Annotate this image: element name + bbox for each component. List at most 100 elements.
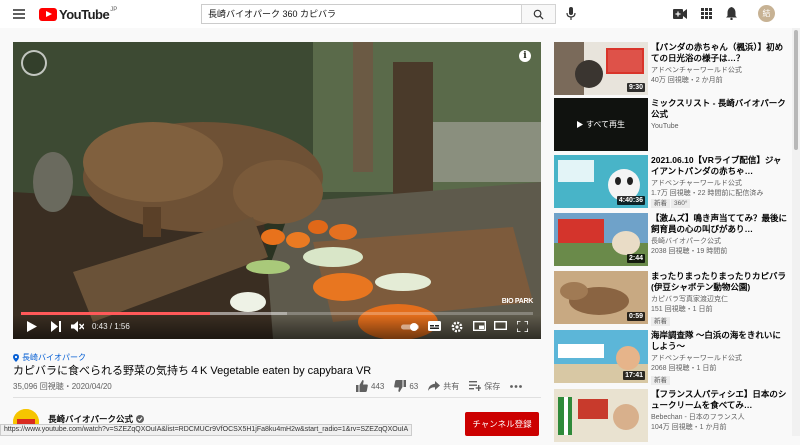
dislike-button[interactable]: 63 (394, 380, 418, 392)
logo-text: YouTube (59, 7, 110, 22)
video-thumbnail[interactable]: すべて再生 (554, 98, 648, 151)
duration-badge: 0:59 (626, 312, 645, 321)
recommendation-item[interactable]: 【フランス人パティシエ】日本のシュークリームを食べてみ… Bebechan - … (554, 389, 790, 445)
scrollbar-thumb[interactable] (794, 30, 798, 150)
video-thumbnail[interactable]: 17:41 (554, 330, 648, 383)
logo-country: JP (110, 6, 118, 13)
recommendation-item[interactable]: 17:41 海岸調査隊 ～白浜の海をきれいにしよう～ アドベンチャーワールド公式… (554, 330, 790, 386)
video-thumbnail[interactable]: 2:44 (554, 213, 648, 266)
settings-gear-icon[interactable] (451, 321, 463, 333)
play-icon[interactable] (27, 321, 37, 332)
360-pan-control[interactable] (21, 50, 47, 76)
recommendation-title: まったりまったりまったりカピバラ (伊豆シャボテン動物公園) (651, 271, 786, 292)
video-thumbnail[interactable]: 4:40:36 (554, 155, 648, 208)
apps-grid-icon[interactable] (701, 8, 712, 19)
verified-check-icon (136, 415, 145, 423)
like-button[interactable]: 443 (356, 380, 384, 392)
channel-watermark[interactable]: BIO PARK (502, 298, 534, 305)
thumbs-down-icon (394, 380, 407, 392)
more-actions-button[interactable] (510, 384, 523, 388)
video-frame (13, 42, 541, 339)
recommendation-meta: 2038 回視聴・19 時間前 (651, 248, 728, 255)
like-count: 443 (371, 381, 385, 391)
time-display: 0:43 / 1:56 (92, 322, 130, 331)
save-playlist-icon (469, 381, 482, 391)
player-controls: 0:43 / 1:56 (13, 315, 541, 339)
recommendation-item[interactable]: すべて再生 ミックスリスト - 長崎バイオパーク公式 YouTube (554, 98, 790, 154)
search-button[interactable] (521, 4, 556, 24)
recommendation-channel: Bebechan - 日本のフランス人 (651, 414, 745, 421)
mix-overlay: すべて再生 (554, 98, 648, 151)
recommendation-title: 海岸調査隊 ～白浜の海をきれいにしよう～ (651, 330, 781, 351)
recommendation-meta: 1.7万 回視聴・22 時間前に配信済み (651, 190, 764, 197)
account-avatar[interactable]: 結 (758, 5, 775, 22)
recommendation-title: 2021.06.10【VRライブ配信】ジャイアントパンダの赤ちゃ… (651, 155, 782, 176)
youtube-play-icon (39, 8, 57, 21)
recommendation-channel: アドベンチャーワールド公式 (651, 180, 742, 187)
recommendation-channel: YouTube (651, 123, 679, 130)
recommendation-channel: アドベンチャーワールド公式 (651, 355, 742, 362)
duration-badge: 4:40:36 (616, 196, 645, 205)
new-badge: 新着 (651, 317, 670, 326)
new-badge: 新着 (651, 376, 670, 385)
video-thumbnail[interactable]: 9:30 (554, 42, 648, 95)
view-count-date: 35,096 回視聴・2020/04/20 (13, 382, 112, 391)
video-actions: 443 63 共有 保存 (356, 380, 532, 392)
search-input[interactable]: 長崎バイオパーク 360 カピバラ (201, 4, 522, 24)
top-actions (673, 7, 737, 20)
recommendation-meta: 104万 回視聴・1 か月前 (651, 424, 727, 431)
duration-badge: 9:30 (626, 83, 645, 92)
recommendation-meta: 2068 回視聴・1 日前 (651, 365, 717, 372)
recommendation-title: 【パンダの赤ちゃん（楓浜）】初めての日光浴の様子は…？ (651, 42, 784, 63)
mic-icon[interactable] (566, 7, 576, 26)
location-pin-icon (13, 353, 19, 362)
mute-icon[interactable] (71, 321, 84, 332)
next-icon[interactable] (51, 321, 61, 332)
dislike-count: 63 (409, 381, 419, 391)
subscribe-button[interactable]: チャンネル登録 (465, 412, 539, 436)
recommendation-title: ミックスリスト - 長崎バイオパーク公式 (651, 98, 786, 119)
hamburger-menu-icon[interactable] (13, 9, 25, 19)
video-player[interactable]: i BIO PARK 0:43 / 1:56 (13, 42, 541, 339)
duration-badge: 17:41 (623, 371, 645, 380)
video-title: カピバラに食べられる野菜の気持ち４K Vegetable eaten by ca… (13, 365, 372, 377)
play-all-label: すべて再生 (585, 120, 626, 129)
notifications-bell-icon[interactable] (726, 7, 737, 20)
divider (13, 397, 541, 398)
top-bar: YouTube JP 長崎バイオパーク 360 カピバラ 結 (0, 0, 800, 28)
autoplay-toggle[interactable] (401, 323, 419, 331)
recommendation-title: 【激ムズ】鳴き声当ててみ？最後に飼育員の心の叫びがあり… (651, 213, 788, 234)
link-status-bar: https://www.youtube.com/watch?v=SZEZqQXO… (0, 424, 413, 436)
thumbs-up-icon (356, 380, 368, 392)
subtitles-icon[interactable] (428, 321, 441, 331)
video-thumbnail[interactable]: 0:59 (554, 271, 648, 324)
recommendation-meta: 40万 回視聴・2 か月前 (651, 77, 723, 84)
share-icon (428, 381, 441, 391)
more-horizontal-icon (510, 384, 523, 388)
save-label: 保存 (484, 381, 501, 391)
miniplayer-icon[interactable] (473, 321, 486, 331)
recommendation-item[interactable]: 0:59 まったりまったりまったりカピバラ (伊豆シャボテン動物公園) カピバラ… (554, 271, 790, 327)
save-button[interactable]: 保存 (469, 381, 500, 392)
youtube-logo[interactable]: YouTube JP (39, 7, 117, 22)
share-button[interactable]: 共有 (428, 381, 459, 392)
search-icon (533, 9, 544, 20)
info-icon[interactable]: i (519, 50, 531, 62)
theater-mode-icon[interactable] (494, 321, 507, 330)
share-label: 共有 (443, 381, 460, 391)
play-all-icon (576, 121, 583, 128)
create-video-icon[interactable] (673, 8, 687, 19)
recommendation-item[interactable]: 9:30 【パンダの赤ちゃん（楓浜）】初めての日光浴の様子は…？ アドベンチャー… (554, 42, 790, 98)
fullscreen-icon[interactable] (517, 321, 528, 332)
recommendation-channel: カピバラ写真家渡辺克仁 (651, 296, 728, 303)
duration-badge: 2:44 (626, 254, 645, 263)
recommendation-title: 【フランス人パティシエ】日本のシュークリームを食べてみ… (651, 389, 787, 410)
new-badge: 新着 (651, 199, 670, 208)
video-thumbnail[interactable] (554, 389, 648, 442)
360-badge: 360° (671, 199, 691, 208)
recommendation-item[interactable]: 2:44 【激ムズ】鳴き声当ててみ？最後に飼育員の心の叫びがあり… 長崎バイオパ… (554, 213, 790, 269)
recommendation-item[interactable]: 4:40:36 2021.06.10【VRライブ配信】ジャイアントパンダの赤ちゃ… (554, 155, 790, 211)
recommendation-meta: 151 回視聴・1 日前 (651, 306, 713, 313)
recommendation-channel: アドベンチャーワールド公式 (651, 67, 742, 74)
recommendation-channel: 長崎バイオパーク公式 (651, 238, 721, 245)
